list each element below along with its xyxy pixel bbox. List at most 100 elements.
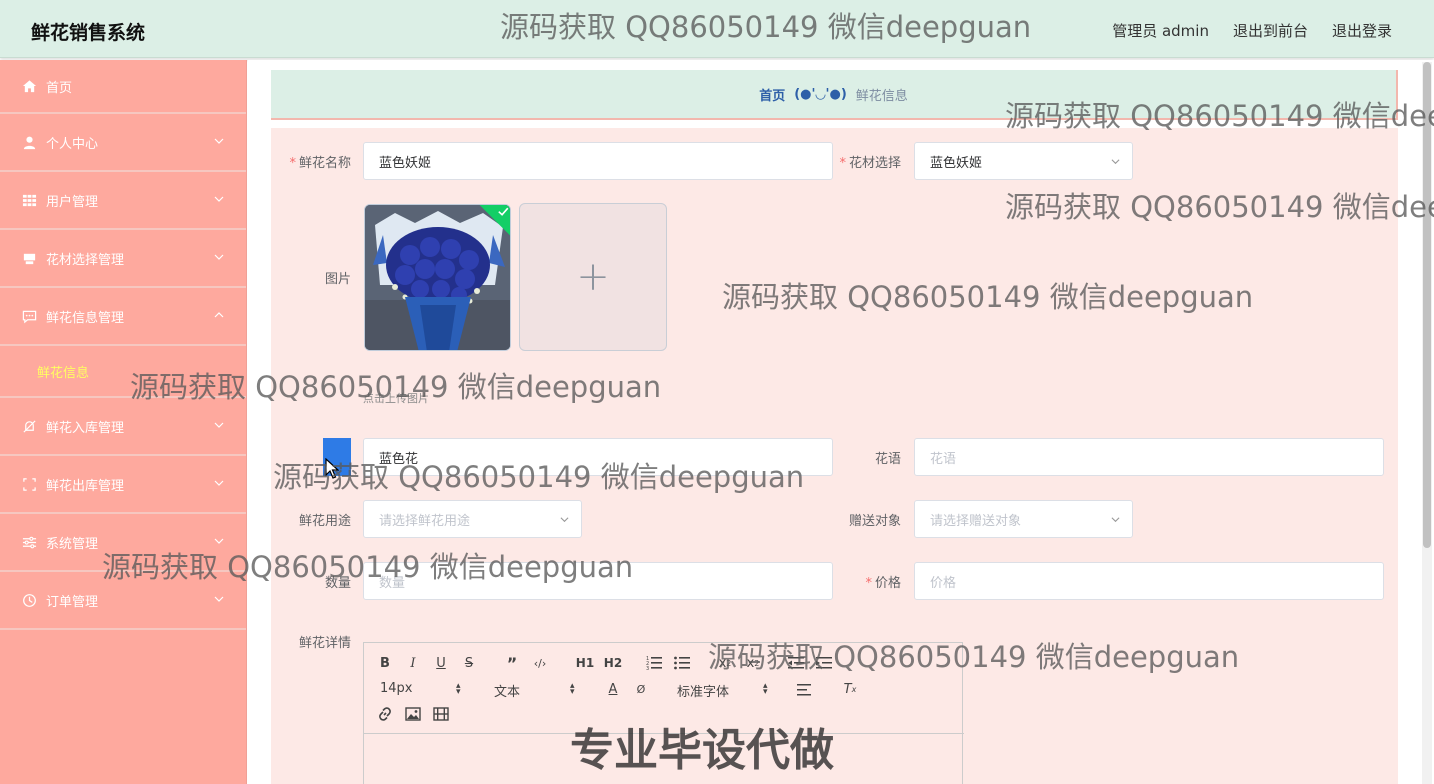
breadcrumb-home[interactable]: 首页 xyxy=(759,85,785,104)
plus-icon: + xyxy=(576,254,610,300)
material-input[interactable]: 蓝色花 xyxy=(363,438,833,476)
flower-form: * 鲜花名称 蓝色妖姬 * 花材选择 蓝色妖姬 图片 + 点击上传图片 蓝色花 … xyxy=(271,128,1398,784)
sidebar-item-system[interactable]: 系统管理 xyxy=(0,514,246,572)
uploaded-flower-image[interactable] xyxy=(364,204,511,351)
video-icon[interactable] xyxy=(432,705,450,723)
heading1-icon[interactable]: H1 xyxy=(574,654,596,672)
chevron-down-icon xyxy=(214,422,224,428)
order-icon xyxy=(21,592,37,608)
scrollbar-thumb[interactable] xyxy=(1423,62,1431,548)
top-header: 鲜花销售系统 管理员 admin 退出到前台 退出登录 xyxy=(0,0,1434,58)
image-icon[interactable] xyxy=(404,705,422,723)
exit-to-front-link[interactable]: 退出到前台 xyxy=(1233,20,1308,41)
material-select[interactable]: 蓝色妖姬 xyxy=(914,142,1133,180)
font-color-icon[interactable]: A xyxy=(604,680,622,698)
upload-hint: 点击上传图片 xyxy=(363,392,429,405)
sidebar-item-label: 用户管理 xyxy=(46,194,99,210)
user-icon xyxy=(21,134,37,150)
price-input[interactable]: 价格 xyxy=(914,562,1384,600)
bold-icon[interactable]: B xyxy=(376,654,394,672)
sidebar-item-label: 个人中心 xyxy=(46,136,99,152)
paragraph-select[interactable]: 文本 ▴ ▾ xyxy=(494,681,584,701)
chevron-down-icon xyxy=(214,596,224,602)
background-color-icon[interactable]: Ø xyxy=(632,680,650,698)
chevron-up-icon xyxy=(214,312,224,318)
quote-icon[interactable]: ” xyxy=(503,654,521,673)
ordered-list-icon[interactable]: 123 xyxy=(645,654,663,672)
chat-icon xyxy=(21,308,37,324)
sidebar-item-flower-info[interactable]: 鲜花信息管理 xyxy=(0,288,246,346)
link-icon[interactable] xyxy=(376,705,394,723)
code-icon[interactable]: ‹/› xyxy=(531,654,549,672)
box-icon xyxy=(21,250,37,266)
quantity-input[interactable]: 数量 xyxy=(363,562,833,600)
flower-bouquet-image xyxy=(365,205,510,350)
chevron-down-icon xyxy=(214,138,224,144)
sidebar-item-label: 鲜花出库管理 xyxy=(46,478,125,494)
sliders-icon xyxy=(21,534,37,550)
flower-language-input[interactable]: 花语 xyxy=(914,438,1384,476)
chevron-down-icon xyxy=(214,254,224,260)
sidebar-subitem-flower-info[interactable]: 鲜花信息 xyxy=(0,346,246,398)
recipient-label: 赠送对象 xyxy=(848,514,901,529)
upload-add-button[interactable]: + xyxy=(519,203,667,351)
heading2-icon[interactable]: H2 xyxy=(602,654,624,672)
sidebar-item-label: 鲜花信息管理 xyxy=(46,310,125,326)
underline-icon[interactable]: U xyxy=(432,654,450,672)
grid-icon xyxy=(21,192,37,208)
check-icon xyxy=(498,207,509,216)
sidebar-item-label: 花材选择管理 xyxy=(46,252,125,268)
sidebar-item-label: 系统管理 xyxy=(46,536,99,552)
chevron-down-icon xyxy=(1111,517,1120,523)
superscript-icon[interactable]: x2 xyxy=(744,654,762,672)
quantity-label: 数量 xyxy=(324,576,351,591)
sidebar-item-orders[interactable]: 订单管理 xyxy=(0,572,246,630)
chevron-down-icon xyxy=(214,538,224,544)
chevron-down-icon xyxy=(560,517,569,523)
font-size-select[interactable]: 14px ▴ ▾ xyxy=(380,681,470,697)
sidebar-item-label: 首页 xyxy=(46,80,73,96)
chevron-down-icon xyxy=(214,480,224,486)
flower-language-label: 花语 xyxy=(874,452,901,467)
chevron-down-icon xyxy=(214,196,224,202)
breadcrumb-current: 鲜花信息 xyxy=(855,88,908,104)
logout-link[interactable]: 退出登录 xyxy=(1332,20,1392,41)
breadcrumb: 首页 (●'◡'●) 鲜花信息 xyxy=(271,70,1398,120)
sidebar-item-stock-in[interactable]: 鲜花入库管理 xyxy=(0,398,246,456)
sidebar-item-material-select[interactable]: 花材选择管理 xyxy=(0,230,246,288)
admin-label: 管理员 admin xyxy=(1112,22,1209,40)
recipient-select[interactable]: 请选择赠送对象 xyxy=(914,500,1133,538)
sidebar-item-users[interactable]: 用户管理 xyxy=(0,172,246,230)
bullet-list-icon[interactable] xyxy=(673,654,691,672)
rich-text-editor[interactable]: B I U S ” ‹/› H1 H2 123 x2 x2 14px ▴ ▾ 文本 ▴… xyxy=(363,642,964,784)
align-icon[interactable] xyxy=(796,680,814,698)
price-label: * 价格 xyxy=(865,576,901,591)
home-icon xyxy=(21,78,37,94)
sidebar-item-personal[interactable]: 个人中心 xyxy=(0,114,246,172)
indent-icon[interactable] xyxy=(815,654,833,672)
font-family-select[interactable]: 标准字体 ▴ ▾ xyxy=(677,681,772,701)
outdent-icon[interactable] xyxy=(787,654,805,672)
image-label: 图片 xyxy=(324,272,351,287)
flower-name-input[interactable]: 蓝色妖姬 xyxy=(363,142,833,180)
name-label: * 鲜花名称 xyxy=(289,156,351,171)
editor-toolbar: B I U S ” ‹/› H1 H2 123 x2 x2 14px ▴ ▾ 文本 ▴… xyxy=(364,643,964,734)
breadcrumb-separator: (●'◡'●) xyxy=(794,86,847,102)
page-scrollbar[interactable] xyxy=(1422,62,1432,784)
detail-label: 鲜花详情 xyxy=(298,636,351,651)
sidebar-item-label: 订单管理 xyxy=(46,594,99,610)
chevron-down-icon xyxy=(1111,159,1120,165)
sidebar-item-label: 鲜花入库管理 xyxy=(46,420,125,436)
italic-icon[interactable]: I xyxy=(404,654,422,672)
usage-select[interactable]: 请选择鲜花用途 xyxy=(363,500,582,538)
header-links: 管理员 admin 退出到前台 退出登录 xyxy=(1112,20,1392,41)
sidebar-item-home[interactable]: 首页 xyxy=(0,60,246,114)
bell-off-icon xyxy=(21,418,37,434)
sidebar-item-stock-out[interactable]: 鲜花出库管理 xyxy=(0,456,246,514)
clear-format-icon[interactable]: Tx xyxy=(841,680,859,698)
fullscreen-icon xyxy=(21,476,37,492)
strike-icon[interactable]: S xyxy=(460,654,478,672)
subscript-icon[interactable]: x2 xyxy=(716,654,734,672)
material-select-label: * 花材选择 xyxy=(839,156,901,171)
sidebar: 首页 个人中心 用户管理 花材选择管理 鲜花信息管理 鲜花信息 鲜花入库管理 鲜… xyxy=(0,60,247,784)
